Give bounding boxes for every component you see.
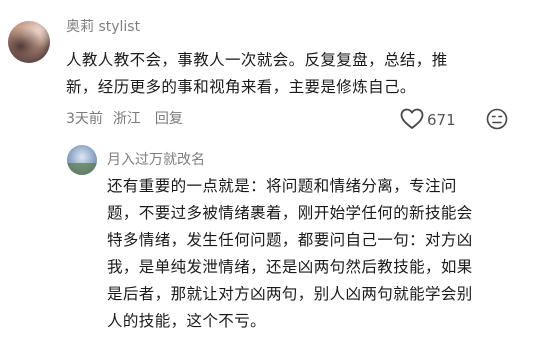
like-count: 671 [427, 111, 456, 129]
comment-meta: 3天前 浙江 回复 [66, 110, 193, 128]
reply-author-name[interactable]: 月入过万就改名 [107, 151, 205, 169]
reply-text: 还有重要的一点就是：将问题和情绪分离，专注问 题，不要过多被情绪裹着，刚开始学任… [107, 177, 473, 330]
comment-location: 浙江 [112, 111, 141, 127]
comment-author-name[interactable]: 奥莉 stylist [66, 18, 140, 36]
reply-meta-cut [107, 338, 527, 345]
heart-outline-icon[interactable] [400, 108, 424, 130]
comment-time: 3天前 [66, 111, 103, 127]
dislike-face-icon[interactable] [486, 108, 508, 130]
reply-button[interactable]: 回复 [155, 111, 183, 127]
user-avatar[interactable] [8, 21, 50, 63]
reply-avatar[interactable] [67, 145, 97, 175]
comment-text: 人教人教不会，事教人一次就会。反复复盘，总结，推 新，经历更多的事和视角来看，主… [66, 51, 448, 96]
